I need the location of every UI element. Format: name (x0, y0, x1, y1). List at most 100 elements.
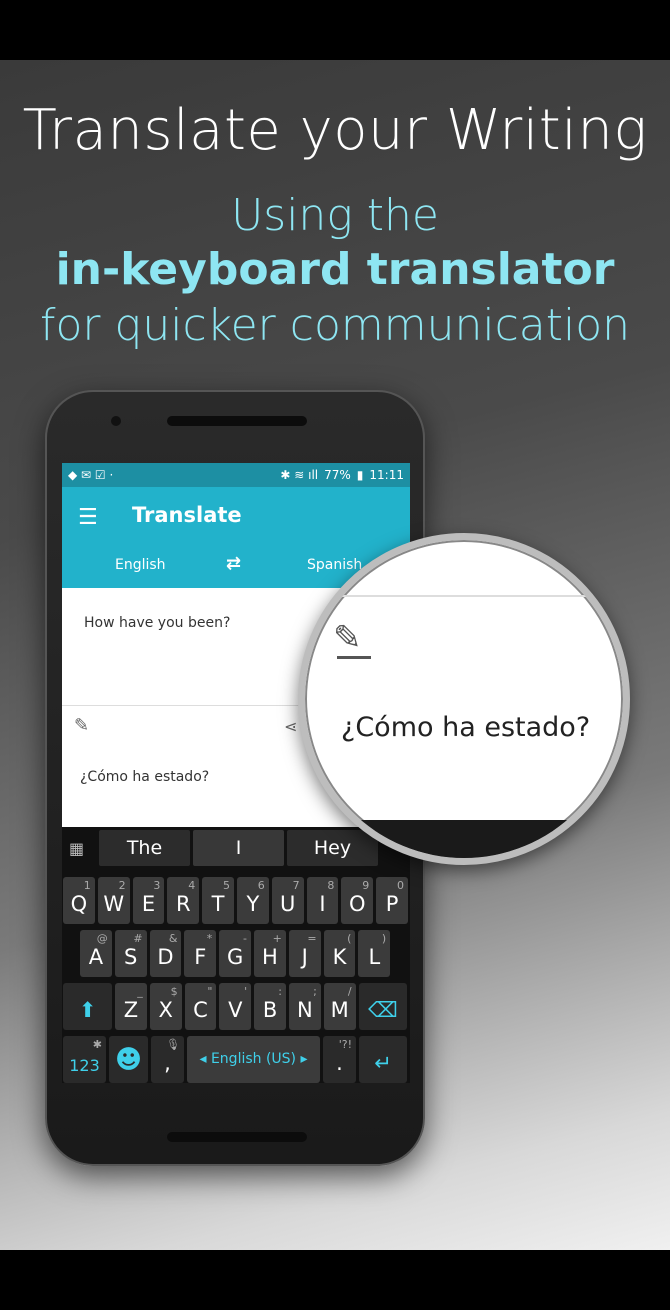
key-secondary-label: : (278, 985, 282, 998)
key-u[interactable]: U7 (271, 877, 304, 924)
key-h[interactable]: H + (254, 930, 286, 977)
key-a[interactable]: A @ (80, 930, 112, 977)
key-secondary-label: " (207, 985, 213, 998)
key-secondary-label: * (206, 932, 213, 945)
suggestion[interactable]: I (193, 830, 284, 866)
key-secondary-label: 6 (257, 879, 265, 892)
key-label: ⬆ (78, 998, 97, 1022)
source-language-button[interactable]: English (115, 557, 166, 573)
key-label: . (336, 1051, 343, 1075)
key-label: C (193, 998, 208, 1022)
key-secondary-label: _ (137, 985, 143, 998)
key-e[interactable]: E3 (132, 877, 165, 924)
key-label: Y (246, 892, 260, 916)
key-label: T (211, 892, 225, 916)
key-q[interactable]: Q1 (63, 877, 95, 924)
key-o[interactable]: O9 (341, 877, 374, 924)
key-d[interactable]: D & (149, 930, 182, 977)
highlighter-underline (337, 656, 371, 659)
key-label: ◂ English (US) ▸ (199, 1051, 308, 1067)
key-t[interactable]: T5 (202, 877, 234, 924)
key-label: I (319, 892, 326, 916)
key-b[interactable]: B: (254, 983, 286, 1030)
key-secondary-label: 8 (327, 879, 335, 892)
key-secondary-label: 7 (292, 879, 300, 892)
key-s[interactable]: S # (114, 930, 147, 977)
app-title: Translate (132, 503, 242, 527)
symbols-key[interactable]: 123 ✱ (63, 1036, 106, 1083)
key-m[interactable]: M / (323, 983, 356, 1030)
key-secondary-label: $ (170, 985, 178, 998)
key-l[interactable]: L) (358, 930, 391, 977)
key-secondary-label: / (347, 985, 352, 998)
key-label: X (158, 998, 173, 1022)
keyboard: ▦ The I Hey Q1W2E3R4T5Y6U7I8O9P0A@S#D&F*… (62, 827, 410, 1083)
key-z[interactable]: Z _ (115, 983, 147, 1030)
key-secondary-label: ✱ (92, 1038, 102, 1051)
key-label: E (141, 892, 156, 916)
emoji-key[interactable]: ☻ (109, 1036, 148, 1083)
key-y[interactable]: Y6 (237, 877, 269, 924)
key-secondary-label: @ (96, 932, 108, 945)
key-label: Z (123, 998, 139, 1022)
key-label: ↵ (374, 1051, 392, 1075)
key-secondary-label: 0 (396, 879, 404, 892)
subheadline-3: for quicker communication (39, 300, 631, 351)
target-language-button[interactable]: Spanish (307, 557, 362, 573)
key-secondary-label: 🎙 (166, 1038, 180, 1051)
key-label: K (332, 945, 347, 969)
key-r[interactable]: R4 (167, 877, 200, 924)
key-secondary-label: 4 (188, 879, 196, 892)
key-label: U (280, 892, 296, 916)
key-p[interactable]: P0 (376, 877, 408, 924)
key-k[interactable]: K( (323, 930, 356, 977)
divider (305, 595, 623, 597)
key-f[interactable]: F * (184, 930, 217, 977)
share-icon[interactable]: ⋖ (284, 717, 297, 736)
key-c[interactable]: C " (184, 983, 217, 1030)
key-label: 123 (69, 1056, 100, 1075)
key-secondary-label: = (307, 932, 317, 945)
period-key[interactable]: . '?! (323, 1036, 356, 1083)
key-label: S (124, 945, 138, 969)
menu-icon[interactable]: ☰ (78, 505, 98, 530)
enter-key[interactable]: ↵ (359, 1036, 407, 1083)
apps-grid-icon[interactable]: ▦ (69, 839, 84, 858)
subheadline-2: in-keyboard translator (55, 244, 615, 295)
shift-key[interactable]: ⬆ (63, 983, 112, 1030)
highlighter-icon[interactable]: ✎ (74, 715, 89, 736)
comma-key[interactable]: , 🎙 (151, 1036, 184, 1083)
key-n[interactable]: N; (289, 983, 321, 1030)
magnifier: ✎ ¿Cómo ha estado? (298, 533, 630, 865)
key-label: P (385, 892, 399, 916)
space-key[interactable]: ◂ English (US) ▸ (187, 1036, 320, 1083)
key-label: ⌫ (368, 998, 398, 1022)
backspace-key[interactable]: ⌫ (359, 983, 407, 1030)
camera (111, 416, 121, 426)
input-text[interactable]: How have you been? (84, 615, 230, 631)
key-secondary-label: 2 (118, 879, 126, 892)
key-g[interactable]: G- (219, 930, 251, 977)
key-label: W (103, 892, 125, 916)
status-bar: ◆ ✉ ☑ · ✱ ≋ ıll 77% ▮ 11:11 (62, 463, 410, 487)
output-text: ¿Cómo ha estado? (80, 769, 210, 785)
bluetooth-wifi-signal-icons: ✱ ≋ ıll (280, 468, 319, 482)
swap-languages-icon[interactable]: ⇄ (226, 553, 241, 574)
key-secondary-label: 1 (83, 879, 91, 892)
key-v[interactable]: V ' (219, 983, 252, 1030)
notification-icons: ◆ ✉ ☑ · (68, 468, 114, 482)
key-label: D (157, 945, 174, 969)
key-secondary-label: '?! (338, 1038, 352, 1051)
key-w[interactable]: W2 (97, 877, 130, 924)
key-i[interactable]: I8 (306, 877, 339, 924)
subheadline-1: Using the (231, 190, 439, 241)
suggestion[interactable]: The (99, 830, 190, 866)
key-secondary-label: & (168, 932, 178, 945)
key-label: R (175, 892, 191, 916)
battery-level: 77% (324, 468, 351, 482)
key-x[interactable]: X $ (149, 983, 182, 1030)
key-secondary-label: ; (313, 985, 317, 998)
key-label: N (297, 998, 313, 1022)
key-secondary-label: 3 (153, 879, 161, 892)
key-j[interactable]: J = (288, 930, 321, 977)
